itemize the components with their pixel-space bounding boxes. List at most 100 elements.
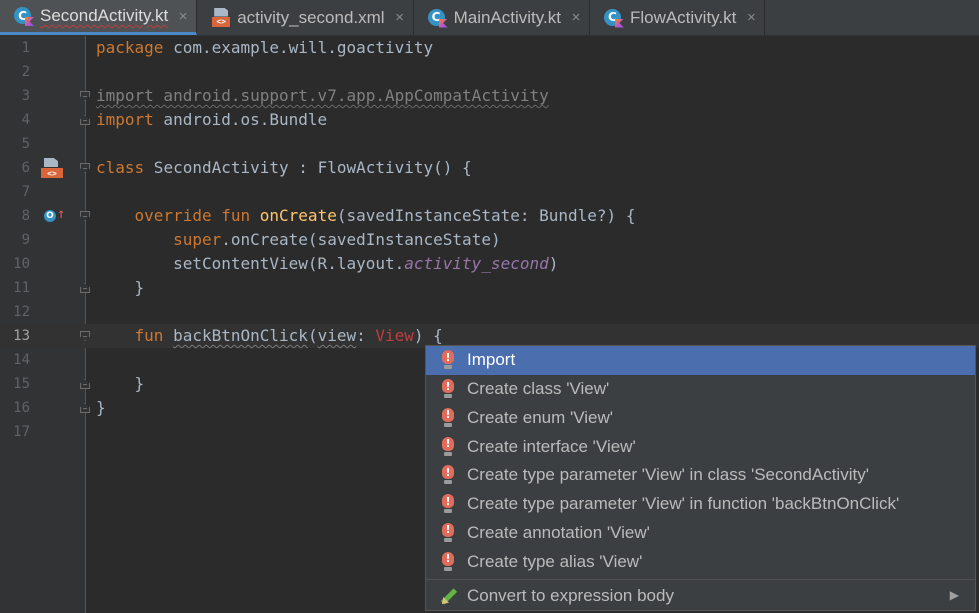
fold-icon[interactable]	[80, 379, 90, 389]
intention-item-convert-expression-body[interactable]: Convert to expression body ▶	[426, 581, 975, 610]
code-line[interactable]: 2	[0, 60, 979, 84]
close-icon[interactable]: ×	[569, 9, 583, 26]
intention-label: Create interface 'View'	[467, 436, 636, 456]
code-line[interactable]: 10 setContentView(R.layout.activity_seco…	[0, 252, 979, 276]
line-number: 5	[21, 136, 30, 152]
quick-fix-bulb-icon: !	[439, 378, 457, 400]
intention-label: Convert to expression body	[467, 585, 674, 605]
code-text: SecondActivity : FlowActivity() {	[144, 158, 472, 177]
line-number: 10	[13, 256, 30, 272]
code-text: android.os.Bundle	[153, 110, 328, 129]
fold-icon[interactable]	[80, 211, 90, 221]
tab-label: SecondActivity.kt	[40, 6, 169, 25]
line-number: 14	[13, 352, 30, 368]
code-line[interactable]: 12	[0, 300, 979, 324]
code-text: .onCreate(savedInstanceState)	[221, 230, 501, 249]
line-number: 16	[13, 400, 30, 416]
close-icon[interactable]: ×	[176, 8, 190, 25]
code-keyword: import	[96, 110, 154, 129]
code-line[interactable]: 7	[0, 180, 979, 204]
code-text: ) {	[413, 326, 443, 345]
kotlin-class-icon: C	[14, 6, 34, 26]
line-number: 17	[13, 424, 30, 440]
code-keyword: override fun	[134, 206, 251, 225]
code-keyword: super	[173, 230, 222, 249]
quick-fix-bulb-icon: !	[439, 464, 457, 486]
fold-icon[interactable]	[80, 163, 90, 173]
fold-icon[interactable]	[80, 115, 90, 125]
code-line[interactable]: 6 <> class SecondActivity : FlowActivity…	[0, 156, 979, 180]
close-icon[interactable]: ×	[393, 9, 407, 26]
tab-main-activity[interactable]: C MainActivity.kt ×	[414, 0, 590, 35]
code-line[interactable]: 11 }	[0, 276, 979, 300]
tab-label: FlowActivity.kt	[629, 7, 737, 27]
quick-fix-bulb-icon: !	[439, 407, 457, 429]
intention-label: Create type parameter 'View' in class 'S…	[467, 465, 869, 485]
tab-second-activity[interactable]: C SecondActivity.kt ×	[0, 0, 198, 35]
function-name: backBtnOnClick	[173, 326, 308, 345]
line-number: 11	[13, 280, 30, 296]
intention-item-type-param-class[interactable]: ! Create type parameter 'View' in class …	[426, 461, 975, 490]
intention-actions-popup: ! Import ! Create class 'View' ! Create …	[425, 345, 976, 611]
code-line[interactable]: 3 import android.support.v7.app.AppCompa…	[0, 84, 979, 108]
quick-fix-bulb-icon: !	[439, 493, 457, 515]
submenu-arrow-icon[interactable]: ▶	[950, 588, 959, 602]
intention-label: Create annotation 'View'	[467, 522, 650, 542]
unresolved-reference: View	[375, 326, 414, 345]
line-number: 1	[21, 40, 30, 56]
code-text: (	[307, 326, 318, 345]
fold-icon[interactable]	[80, 91, 90, 101]
popup-separator	[426, 579, 975, 580]
intention-item-create-enum[interactable]: ! Create enum 'View'	[426, 404, 975, 433]
fold-icon[interactable]	[80, 403, 90, 413]
quick-fix-bulb-icon: !	[439, 436, 457, 458]
related-layout-icon[interactable]: <>	[41, 158, 63, 178]
intention-item-create-type-alias[interactable]: ! Create type alias 'View'	[426, 547, 975, 576]
code-keyword: class	[96, 158, 145, 177]
code-text: (savedInstanceState: Bundle?) {	[336, 206, 636, 225]
line-number: 4	[21, 112, 30, 128]
code-text: setContentView(R.layout.	[173, 254, 405, 273]
fold-icon[interactable]	[80, 283, 90, 293]
quick-fix-bulb-icon: !	[439, 551, 457, 573]
intention-item-type-param-function[interactable]: ! Create type parameter 'View' in functi…	[426, 490, 975, 519]
tab-label: activity_second.xml	[237, 7, 385, 27]
pencil-icon	[439, 587, 458, 607]
code-line[interactable]: 9 super.onCreate(savedInstanceState)	[0, 228, 979, 252]
intention-item-create-class[interactable]: ! Create class 'View'	[426, 375, 975, 404]
code-text: )	[548, 254, 559, 273]
function-name: onCreate	[259, 206, 337, 225]
intention-item-import[interactable]: ! Import	[426, 346, 975, 375]
code-keyword: package	[96, 38, 164, 57]
intention-label: Import	[467, 350, 516, 370]
intention-item-create-annotation[interactable]: ! Create annotation 'View'	[426, 519, 975, 548]
line-number: 13	[13, 328, 30, 344]
code-text: }	[134, 374, 145, 393]
code-line[interactable]: 5	[0, 132, 979, 156]
xml-layout-icon: <>	[211, 7, 231, 28]
unused-import: import android.support.v7.app.AppCompatA…	[96, 86, 549, 105]
line-number: 15	[13, 376, 30, 392]
tab-flow-activity[interactable]: C FlowActivity.kt ×	[590, 0, 766, 35]
override-method-icon[interactable]: O ↑	[44, 206, 66, 224]
tab-label: MainActivity.kt	[453, 7, 561, 27]
code-keyword: fun	[134, 326, 164, 345]
code-line[interactable]: 1 package com.example.will.goactivity	[0, 36, 979, 60]
line-number: 2	[21, 64, 30, 80]
line-number: 3	[21, 88, 30, 104]
intention-item-create-interface[interactable]: ! Create interface 'View'	[426, 432, 975, 461]
fold-icon[interactable]	[80, 331, 90, 341]
line-number: 6	[21, 160, 30, 176]
intention-label: Create type parameter 'View' in function…	[467, 494, 900, 514]
tab-activity-second-xml[interactable]: <> activity_second.xml ×	[197, 0, 414, 35]
quick-fix-bulb-icon: !	[439, 522, 457, 544]
intention-label: Create class 'View'	[467, 379, 610, 399]
line-number: 7	[21, 184, 30, 200]
line-number: 9	[21, 232, 30, 248]
code-line[interactable]: 4 import android.os.Bundle	[0, 108, 979, 132]
code-line[interactable]: 8 O ↑ override fun onCreate(savedInstance…	[0, 204, 979, 228]
close-icon[interactable]: ×	[744, 9, 758, 26]
code-text: }	[134, 278, 145, 297]
kotlin-class-icon: C	[603, 8, 624, 28]
code-text: :	[356, 326, 376, 345]
